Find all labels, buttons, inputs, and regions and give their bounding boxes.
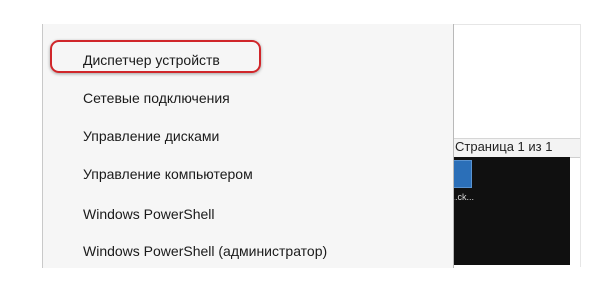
menu-item-disk-management[interactable]: Управление дисками [83, 127, 219, 145]
menu-item-network-connections[interactable]: Сетевые подключения [83, 89, 230, 107]
menu-item-powershell-admin[interactable]: Windows PowerShell (администратор) [83, 242, 327, 260]
screenshot-stage: Страница 1 из 1 ...ck... Диспетчер устро… [0, 0, 600, 300]
highlight-annotation [50, 40, 261, 73]
page-indicator: Страница 1 из 1 [455, 139, 553, 154]
menu-item-computer-management[interactable]: Управление компьютером [83, 165, 253, 183]
desktop-file-icon[interactable] [452, 160, 472, 188]
menu-item-powershell[interactable]: Windows PowerShell [83, 205, 215, 223]
